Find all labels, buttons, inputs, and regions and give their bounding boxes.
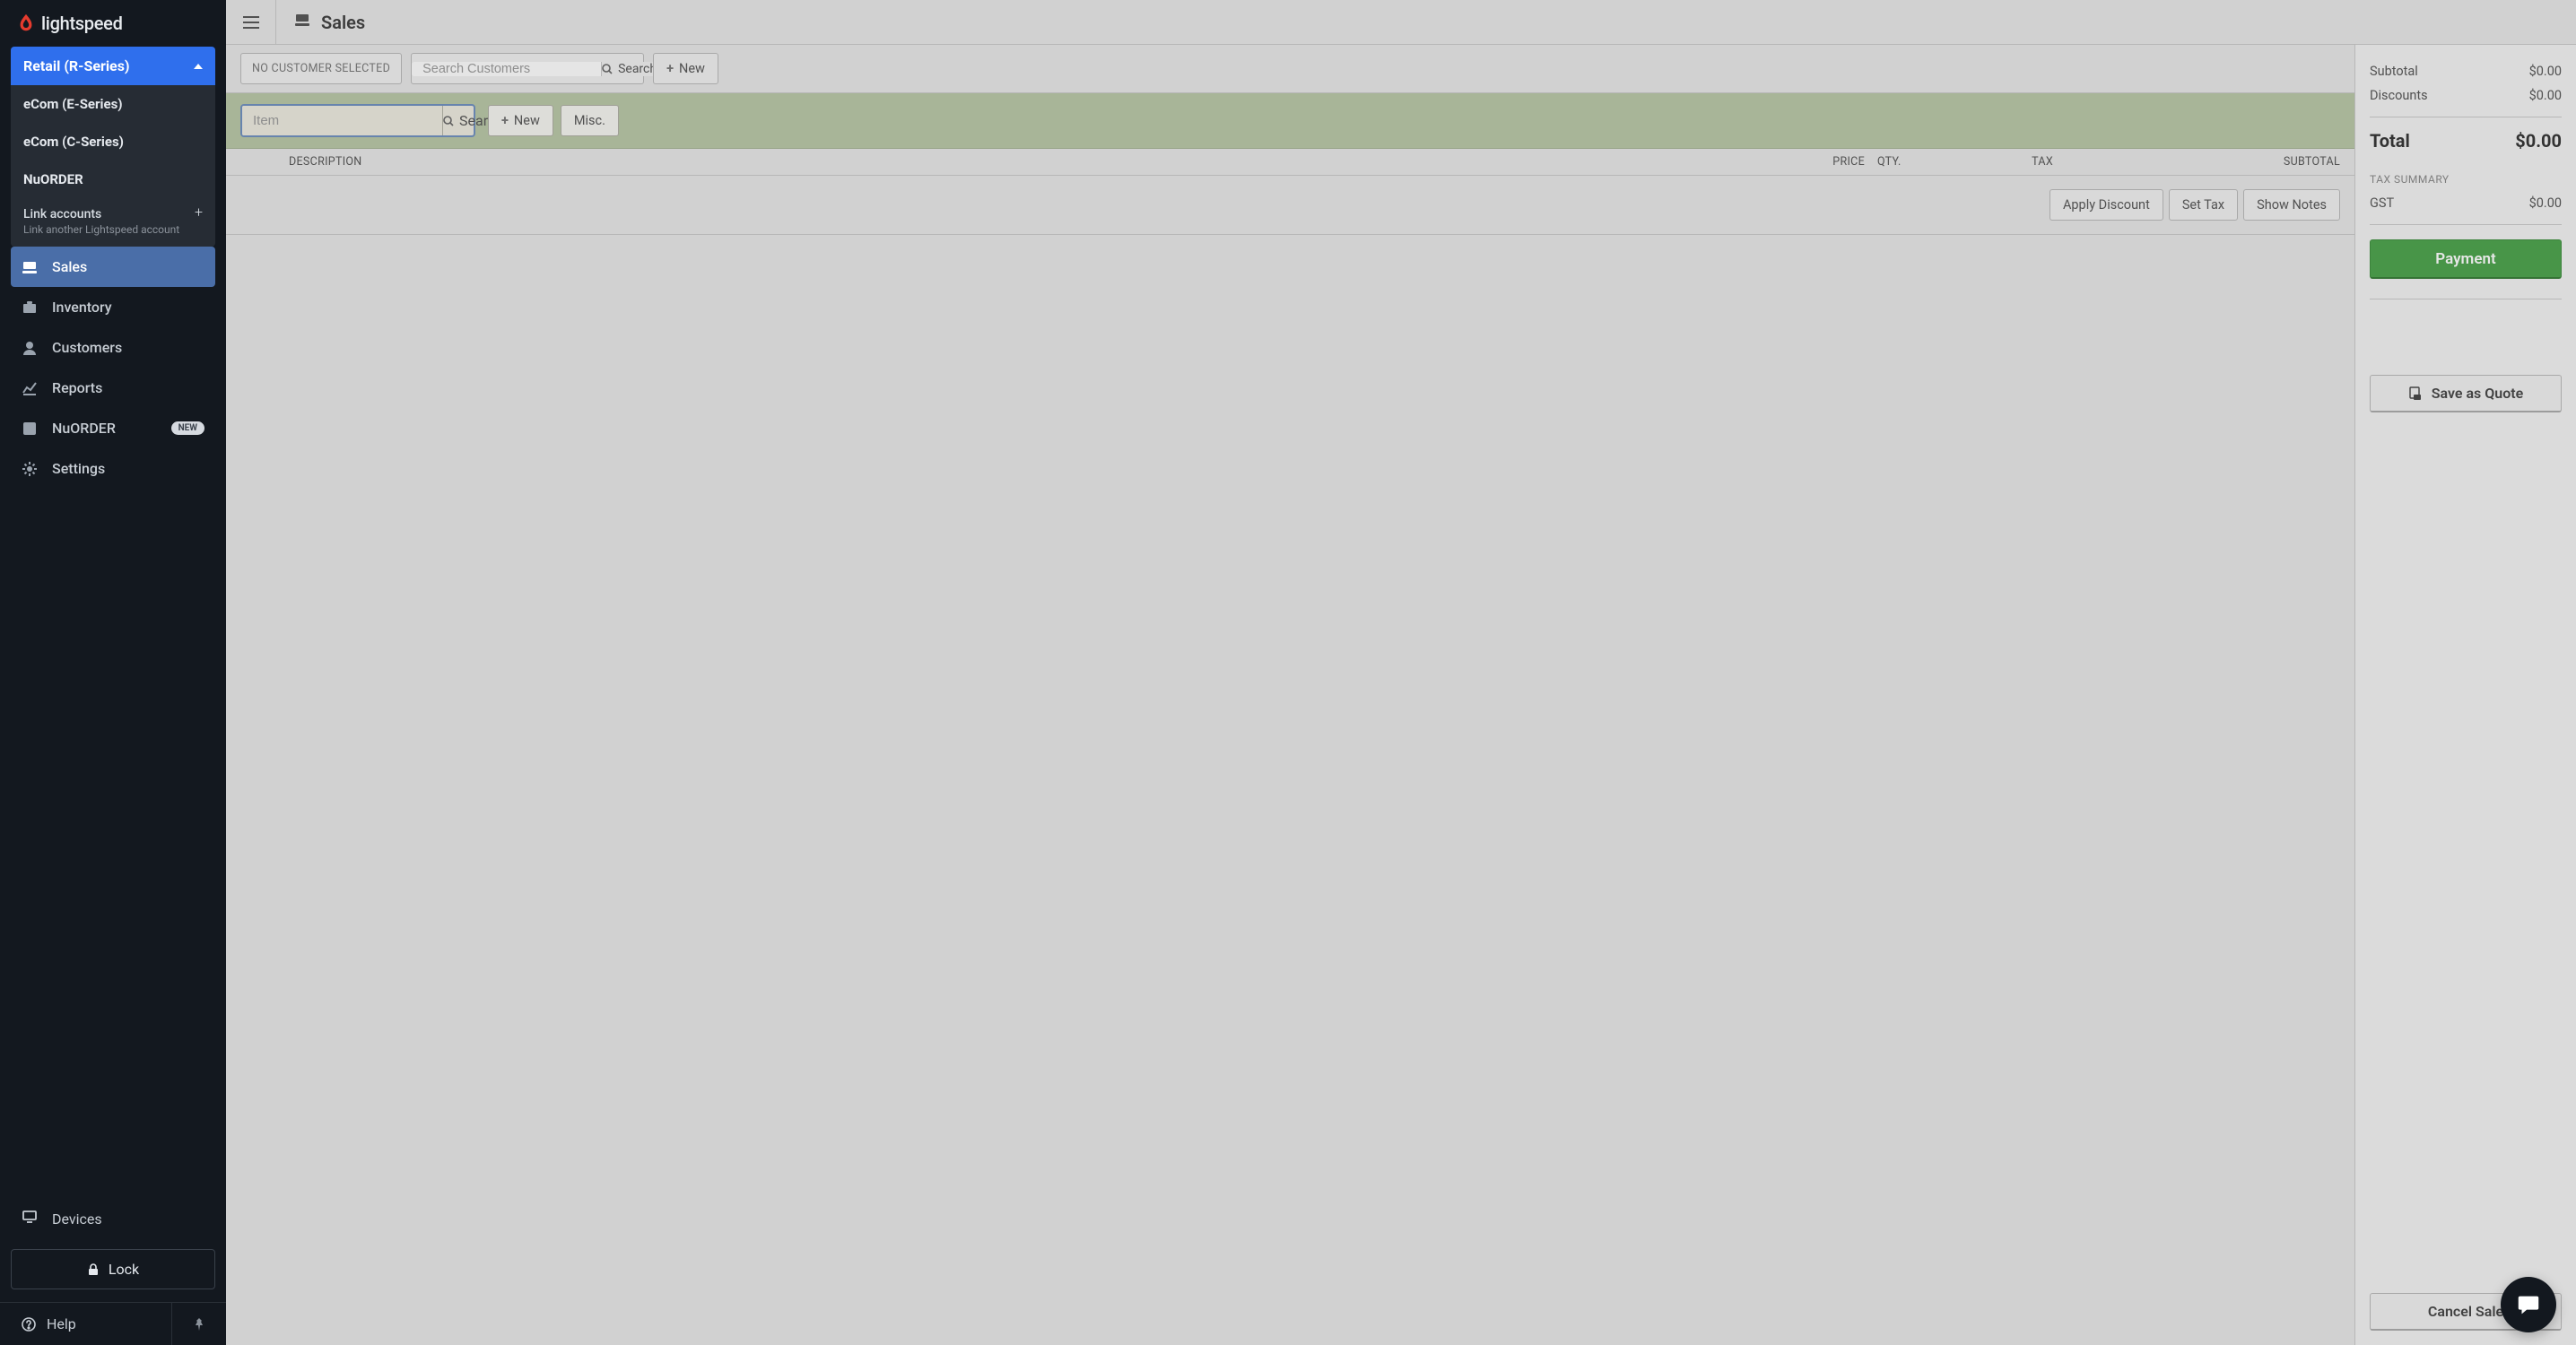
- help-label: Help: [47, 1315, 76, 1332]
- sidebar-item-label: Customers: [52, 339, 122, 356]
- workarea: NO CUSTOMER SELECTED Search + New: [226, 45, 2354, 1345]
- sidebar-item-nuorder[interactable]: NuORDER NEW: [11, 408, 215, 448]
- main: Sales NO CUSTOMER SELECTED Search + New: [226, 0, 2576, 1345]
- no-customer-label: NO CUSTOMER SELECTED: [240, 53, 402, 84]
- show-notes-button[interactable]: Show Notes: [2243, 189, 2340, 221]
- sidebar-item-devices[interactable]: Devices: [11, 1197, 215, 1240]
- help-button[interactable]: Help: [0, 1303, 172, 1345]
- plus-icon: +: [666, 61, 674, 76]
- item-search: Search: [240, 104, 475, 137]
- sidebar-item-label: NuORDER: [52, 420, 116, 437]
- register-icon: [22, 259, 38, 275]
- discounts-value: $0.00: [2529, 88, 2562, 103]
- th-subtotal: SUBTOTAL: [2053, 155, 2340, 169]
- total-row: Total $0.00: [2370, 126, 2562, 157]
- search-icon: [602, 64, 613, 74]
- menu-toggle[interactable]: [226, 0, 276, 45]
- new-item-button[interactable]: + New: [488, 105, 553, 136]
- content: NO CUSTOMER SELECTED Search + New: [226, 45, 2576, 1345]
- nuorder-icon: [22, 421, 38, 437]
- chat-launcher[interactable]: [2501, 1277, 2556, 1332]
- sidebar-bottom: Devices Lock Help: [0, 1197, 226, 1345]
- new-badge: NEW: [171, 421, 205, 435]
- customer-search-input[interactable]: [412, 62, 602, 76]
- customer-search-button[interactable]: Search: [602, 62, 657, 76]
- item-search-input[interactable]: [242, 106, 443, 135]
- th-description: DESCRIPTION: [289, 155, 1784, 169]
- divider: [2370, 224, 2562, 225]
- sidebar-item-label: Sales: [52, 258, 87, 275]
- caret-up-icon: [194, 64, 203, 69]
- th-tax: TAX: [1928, 155, 2053, 169]
- sidebar-footer: Help: [0, 1302, 226, 1345]
- sidebar-item-settings[interactable]: Settings: [11, 448, 215, 489]
- summary-panel: Subtotal $0.00 Discounts $0.00 Total $0.…: [2354, 45, 2576, 1345]
- link-accounts-subtitle: Link another Lightspeed account: [23, 223, 179, 236]
- lightspeed-flame-icon: [16, 13, 36, 33]
- logo[interactable]: lightspeed: [0, 0, 226, 47]
- save-quote-button[interactable]: Save as Quote: [2370, 375, 2562, 412]
- sidebar-item-sales[interactable]: Sales: [11, 247, 215, 287]
- subtotal-value: $0.00: [2529, 64, 2562, 79]
- page-title-wrap: Sales: [276, 12, 365, 33]
- page-title: Sales: [321, 12, 365, 33]
- series-options: eCom (E-Series) eCom (C-Series) NuORDER …: [11, 85, 215, 247]
- line-actions: Apply Discount Set Tax Show Notes: [226, 176, 2354, 235]
- chat-icon: [2515, 1291, 2542, 1318]
- sidebar-item-label: Settings: [52, 460, 105, 477]
- pin-button[interactable]: [172, 1303, 226, 1345]
- sidebar-item-reports[interactable]: Reports: [11, 368, 215, 408]
- link-accounts-title: Link accounts: [23, 207, 179, 221]
- sidebar: lightspeed Retail (R-Series) eCom (E-Ser…: [0, 0, 226, 1345]
- series-selected-label: Retail (R-Series): [23, 57, 130, 74]
- series-option-nuorder[interactable]: NuORDER: [11, 161, 215, 198]
- misc-button[interactable]: Misc.: [561, 105, 619, 136]
- logo-text: lightspeed: [41, 13, 123, 34]
- monitor-icon: [22, 1209, 38, 1228]
- th-price: PRICE: [1784, 155, 1865, 169]
- register-icon: [294, 12, 310, 32]
- quote-icon: [2408, 386, 2423, 401]
- series-selected[interactable]: Retail (R-Series): [11, 47, 215, 85]
- item-bar: Search + New Misc.: [226, 93, 2354, 149]
- sidebar-item-label: Devices: [52, 1210, 102, 1228]
- new-customer-button[interactable]: + New: [653, 53, 718, 84]
- plus-icon: +: [195, 207, 203, 218]
- gear-icon: [22, 461, 38, 477]
- table-header: DESCRIPTION PRICE QTY. TAX SUBTOTAL: [226, 149, 2354, 176]
- sidebar-item-customers[interactable]: Customers: [11, 327, 215, 368]
- apply-discount-button[interactable]: Apply Discount: [2049, 189, 2163, 221]
- nav: Sales Inventory Customers Reports NuORDE…: [11, 247, 215, 489]
- help-icon: [22, 1317, 36, 1332]
- lock-icon: [87, 1263, 100, 1276]
- plus-icon: +: [501, 113, 509, 128]
- link-accounts[interactable]: Link accounts Link another Lightspeed ac…: [11, 198, 215, 247]
- lock-button[interactable]: Lock: [11, 1249, 215, 1289]
- sidebar-item-label: Reports: [52, 379, 102, 396]
- subtotal-row: Subtotal $0.00: [2370, 59, 2562, 83]
- payment-button[interactable]: Payment: [2370, 239, 2562, 279]
- chart-icon: [22, 380, 38, 396]
- gst-row: GST $0.00: [2370, 191, 2562, 215]
- search-icon: [443, 116, 454, 126]
- topbar: Sales: [226, 0, 2576, 45]
- series-dropdown: Retail (R-Series) eCom (E-Series) eCom (…: [11, 47, 215, 247]
- th-qty: QTY.: [1865, 155, 1928, 169]
- gst-value: $0.00: [2529, 195, 2562, 211]
- sidebar-item-inventory[interactable]: Inventory: [11, 287, 215, 327]
- briefcase-icon: [22, 299, 38, 316]
- series-option-ecom-c[interactable]: eCom (C-Series): [11, 123, 215, 161]
- tax-summary-header: TAX SUMMARY: [2370, 173, 2562, 186]
- pin-icon: [193, 1318, 205, 1331]
- sidebar-item-label: Inventory: [52, 299, 112, 316]
- user-icon: [22, 340, 38, 356]
- hamburger-icon: [243, 16, 259, 29]
- customer-bar: NO CUSTOMER SELECTED Search + New: [226, 45, 2354, 93]
- total-value: $0.00: [2515, 130, 2562, 152]
- series-option-ecom-e[interactable]: eCom (E-Series): [11, 85, 215, 123]
- lock-label: Lock: [109, 1261, 139, 1278]
- customer-search: Search: [411, 53, 644, 84]
- set-tax-button[interactable]: Set Tax: [2169, 189, 2238, 221]
- discounts-row: Discounts $0.00: [2370, 83, 2562, 108]
